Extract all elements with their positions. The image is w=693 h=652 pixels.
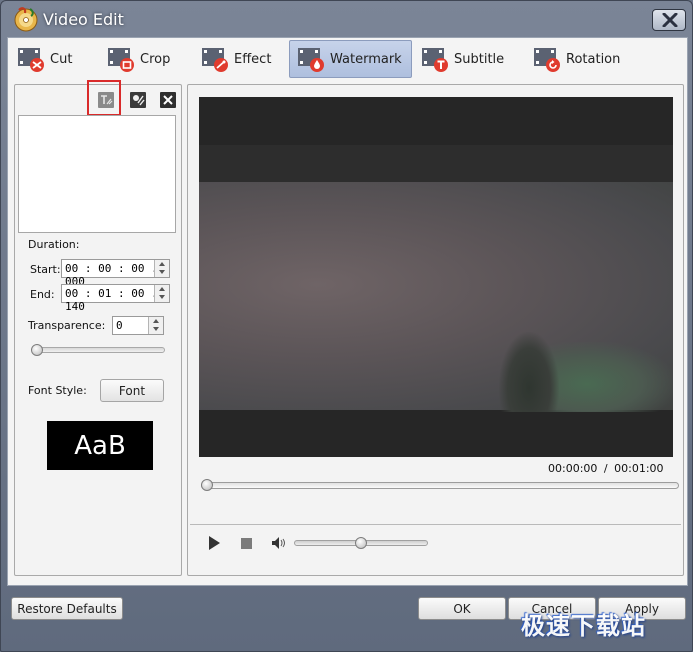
play-icon[interactable] [205, 534, 223, 552]
watermark-list[interactable] [18, 115, 176, 233]
title-bar[interactable]: Video Edit [1, 1, 692, 37]
tab-effect[interactable]: Effect [200, 40, 271, 78]
time-separator: / [603, 462, 608, 475]
effect-icon [202, 48, 228, 72]
font-preview: AaB [47, 421, 153, 470]
end-time-spinner[interactable] [154, 285, 169, 302]
volume-icon[interactable] [270, 534, 288, 552]
video-edit-window: Video Edit Cut Crop Effect Watermark Sub… [0, 0, 693, 652]
font-style-label: Font Style: [28, 384, 87, 397]
time-readout: 00:00:00 / 00:01:00 [548, 462, 664, 475]
tab-label: Crop [140, 51, 171, 67]
tab-watermark[interactable]: Watermark [289, 40, 412, 78]
font-button[interactable]: Font [100, 379, 164, 402]
subtitle-t-icon [422, 48, 448, 72]
tab-label: Cut [50, 51, 73, 67]
video-preview[interactable] [199, 97, 673, 457]
tab-crop[interactable]: Crop [106, 40, 170, 78]
end-label: End: [30, 288, 55, 301]
restore-defaults-button[interactable]: Restore Defaults [11, 597, 123, 620]
app-disc-icon [14, 7, 38, 32]
add-image-watermark-icon[interactable] [129, 91, 147, 109]
transparence-slider-track[interactable] [31, 347, 165, 353]
edit-tabs: Cut Crop Effect Watermark Subtitle Rotat… [8, 38, 687, 80]
total-time: 00:01:00 [614, 462, 664, 475]
tab-label: Effect [234, 51, 272, 67]
end-time-field[interactable]: 00 : 01 : 00 . 140 [61, 284, 170, 313]
start-label: Start: [30, 263, 61, 276]
window-title: Video Edit [43, 10, 124, 29]
client-area: Cut Crop Effect Watermark Subtitle Rotat… [7, 37, 688, 586]
transparence-slider-thumb[interactable] [31, 344, 43, 356]
add-text-watermark-icon[interactable] [97, 91, 115, 109]
transparence-spinner[interactable] [148, 317, 163, 334]
rotation-icon [534, 48, 560, 72]
watermark-drop-icon [298, 48, 324, 72]
tab-label: Rotation [566, 51, 621, 67]
video-frame [199, 182, 673, 412]
video-frame-tree [499, 332, 559, 412]
start-time-field[interactable]: 00 : 00 : 00 . 000 [61, 259, 170, 288]
tab-rotation[interactable]: Rotation [532, 40, 620, 78]
watermark-settings-panel: Duration: Start: 00 : 00 : 00 . 000 End:… [14, 80, 182, 576]
transparence-value: 0 [116, 319, 123, 332]
seek-bar[interactable] [201, 482, 679, 489]
close-button[interactable] [652, 9, 686, 31]
transparence-label: Transparence: [28, 319, 106, 332]
video-letterbox-band [199, 145, 673, 182]
controls-divider [190, 524, 681, 525]
site-watermark-logo: 极速下载站 [521, 612, 646, 640]
tab-subtitle[interactable]: Subtitle [420, 40, 504, 78]
crop-icon [108, 48, 134, 72]
close-icon [662, 13, 678, 27]
stop-icon[interactable] [237, 534, 255, 552]
start-time-spinner[interactable] [154, 260, 169, 277]
tab-label: Subtitle [454, 51, 505, 67]
transparence-field[interactable]: 0 [112, 316, 164, 335]
tab-label: Watermark [330, 51, 402, 67]
scissors-icon [18, 48, 44, 72]
delete-watermark-icon[interactable] [159, 91, 177, 109]
volume-slider-thumb[interactable] [355, 537, 367, 549]
tab-cut[interactable]: Cut [16, 40, 72, 78]
ok-button[interactable]: OK [418, 597, 506, 620]
preview-panel: 00:00:00 / 00:01:00 [187, 84, 684, 576]
current-time: 00:00:00 [548, 462, 598, 475]
duration-label: Duration: [28, 238, 80, 251]
seek-thumb[interactable] [201, 479, 213, 491]
